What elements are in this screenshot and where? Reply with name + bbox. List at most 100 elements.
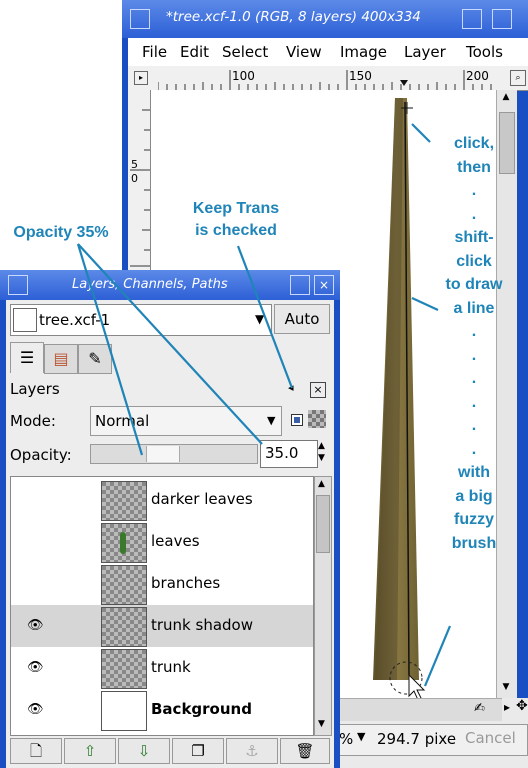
ruler-label-150: 150 [349, 69, 372, 83]
ruler-label-200: 200 [466, 69, 489, 83]
click-annotation-line: click [456, 252, 492, 270]
horizontal-ruler[interactable]: ▸ 100 150 200 ⌕ [128, 66, 528, 91]
new-layer-icon[interactable]: 🗋 [10, 738, 62, 764]
maximize-icon[interactable] [290, 275, 310, 295]
layer-thumbnail [101, 481, 147, 521]
layer-list-scrollbar[interactable]: ▲ ▼ [314, 476, 332, 736]
menu-file[interactable]: File [142, 43, 167, 61]
layer-thumbnail [101, 649, 147, 689]
layer-row-background[interactable]: 👁 Background [11, 689, 299, 731]
menu-select[interactable]: Select [222, 43, 268, 61]
layer-row-trunk[interactable]: 👁 trunk [11, 647, 299, 689]
click-annotation-line: to draw [445, 276, 503, 293]
transparency-icon [308, 410, 326, 428]
close-tab-icon[interactable]: × [310, 382, 326, 398]
status-bar: % ▼ 294.7 pixe Cancel [336, 724, 528, 756]
click-annotation-line: fuzzy [454, 511, 494, 528]
maximize-icon[interactable] [492, 9, 512, 29]
opacity-annotation: Opacity 35% [13, 224, 109, 241]
menu-image[interactable]: Image [340, 43, 387, 61]
layers-dialog: Layers, Channels, Paths × tree.xcf-1 ▼ A… [0, 270, 340, 768]
layer-thumbnail [101, 607, 147, 647]
menu-layer[interactable]: Layer [404, 43, 446, 61]
close-icon[interactable]: × [314, 275, 334, 295]
layer-list: darker leaves leaves branches 👁 trunk sh… [10, 476, 314, 736]
detach-icon[interactable]: ◂ [288, 381, 294, 394]
eye-icon[interactable]: 👁 [27, 702, 44, 717]
layers-dialog-titlebar[interactable]: Layers, Channels, Paths × [0, 270, 340, 300]
opacity-value: 35.0 [265, 444, 299, 462]
image-select-value: tree.xcf-1 [39, 311, 111, 329]
section-label: Layers [10, 380, 60, 398]
click-annotation-line: click, [453, 135, 495, 152]
layer-row-branches[interactable]: branches [11, 563, 299, 605]
unit-dropdown-icon[interactable]: ▼ [357, 730, 365, 743]
layer-name: trunk [151, 658, 191, 676]
image-window-titlebar[interactable]: *tree.xcf-1.0 (RGB, 8 layers) 400x334 [122, 0, 528, 38]
vruler-label-5: 5 [131, 158, 138, 171]
layer-row-leaves[interactable]: leaves [11, 521, 299, 563]
scroll-down-icon[interactable]: ▼ [499, 682, 513, 696]
mode-label: Mode: [10, 412, 56, 430]
image-select[interactable]: tree.xcf-1 ▼ [10, 304, 272, 336]
menu-view[interactable]: View [286, 43, 322, 61]
lower-icon[interactable]: ⇩ [118, 738, 170, 764]
eye-icon[interactable]: 👁 [27, 618, 44, 633]
window-menu-icon[interactable] [8, 275, 28, 295]
minimize-icon[interactable] [462, 9, 482, 29]
tab-paths-icon[interactable]: ✎ [78, 344, 112, 374]
layer-name: darker leaves [151, 490, 253, 508]
keep-transparency-checkbox[interactable] [291, 414, 303, 426]
keep-trans-line-1: Keep Trans [192, 200, 280, 217]
cancel-button[interactable]: Cancel [465, 729, 516, 747]
dropdown-arrow-icon: ▼ [255, 312, 265, 326]
auto-button[interactable]: Auto [274, 304, 330, 334]
scroll-right-icon[interactable]: ▸ [504, 700, 510, 714]
click-annotation-line: brush [451, 534, 497, 552]
click-annotation-line: . [471, 205, 477, 223]
menu-tools[interactable]: Tools [466, 43, 503, 61]
menu-edit[interactable]: Edit [180, 43, 209, 61]
click-annotation-line: a big [455, 487, 493, 505]
layer-thumbnail [101, 523, 147, 563]
click-annotation-line: shift- [454, 229, 494, 246]
canvas-menu-icon[interactable]: ▸ [134, 71, 148, 85]
scroll-up-icon[interactable]: ▲ [318, 479, 325, 489]
opacity-spin-icon[interactable]: ▲ ▼ [318, 440, 325, 464]
ruler-ticks [158, 70, 492, 90]
eye-icon[interactable]: 👁 [27, 660, 44, 675]
mode-select[interactable]: Normal ▼ [90, 406, 282, 436]
zoom-icon[interactable]: ⌕ [510, 70, 526, 86]
navigate-icon[interactable]: ✥ [516, 698, 528, 714]
layer-row-darker-leaves[interactable]: darker leaves [11, 479, 299, 521]
delete-icon[interactable]: 🗑 [280, 738, 330, 764]
tab-layers-icon[interactable]: ☰ [10, 342, 44, 373]
duplicate-icon[interactable]: ❐ [172, 738, 224, 764]
opacity-slider[interactable] [90, 444, 258, 464]
mode-value: Normal [95, 412, 150, 430]
zoom-value: % [339, 730, 354, 748]
layer-name: branches [151, 574, 221, 592]
click-annotation-line: . [471, 440, 477, 458]
image-window-title: *tree.xcf-1.0 (RGB, 8 layers) 400x334 [166, 9, 421, 25]
scroll-down-icon[interactable]: ▼ [318, 719, 325, 729]
click-annotation-line: . [471, 393, 477, 411]
layer-thumbnail [101, 691, 147, 731]
scroll-up-icon[interactable]: ▲ [499, 92, 513, 106]
click-annotation-line: . [471, 417, 477, 434]
scroll-thumb[interactable] [316, 495, 330, 553]
anchor-icon[interactable]: ⚓ [226, 738, 278, 764]
opacity-slider-thumb[interactable] [146, 446, 180, 462]
opacity-input[interactable]: 35.0 [260, 440, 318, 468]
leaf-preview-icon [120, 532, 126, 554]
layer-name: leaves [151, 532, 200, 550]
raise-icon[interactable]: ⇧ [64, 738, 116, 764]
layer-row-trunk-shadow[interactable]: 👁 trunk shadow [11, 605, 313, 647]
click-annotation-line: a line [453, 299, 495, 317]
window-menu-icon[interactable] [130, 9, 150, 29]
tab-channels-icon[interactable]: ▤ [44, 344, 78, 374]
keep-trans-annotation: Keep Trans is checked [176, 198, 296, 242]
image-thumbnail [13, 308, 37, 332]
layer-name: Background [151, 700, 252, 718]
dropdown-arrow-icon: ▼ [267, 414, 276, 427]
